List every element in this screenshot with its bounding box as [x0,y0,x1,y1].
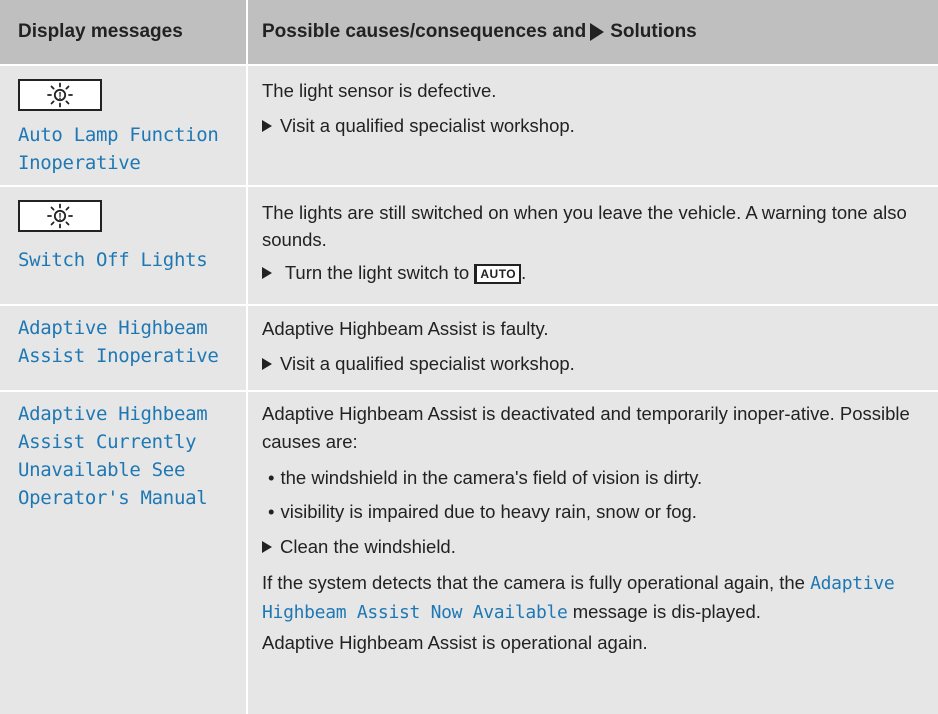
header-causes-solutions: Possible causes/consequences and Solutio… [248,0,938,64]
display-message: Adaptive Highbeam Assist Currently Unava… [18,403,208,509]
action-step: Turn the light switch to AUTO. [262,259,926,286]
solutions-arrow-icon [590,23,605,41]
status-note: If the system detects that the camera is… [262,569,926,627]
action-step: Visit a qualified specialist workshop. [262,350,926,377]
cause-cell: Adaptive Highbeam Assist is deactivated … [248,392,938,714]
table-row: ! Auto Lamp Function Inoperative The lig… [0,66,938,187]
cause-text: The light sensor is defective. [262,80,497,101]
cause-cell: Adaptive Highbeam Assist is faulty. Visi… [248,306,938,390]
table-row: Adaptive Highbeam Assist Currently Unava… [0,392,938,714]
header-causes-label: Possible causes/consequences and [262,21,587,42]
action-step: Clean the windshield. [262,533,926,560]
note-text: If the system detects that the camera is… [262,572,805,593]
message-cell: ! Auto Lamp Function Inoperative [0,66,248,185]
table-row: ! Switch Off Lights The lights are still… [0,187,938,306]
message-cell: Adaptive Highbeam Assist Currently Unava… [0,392,248,714]
cause-text: Adaptive Highbeam Assist is faulty. [262,318,549,339]
header-display-messages: Display messages [0,0,248,64]
cause-cell: The light sensor is defective. Visit a q… [248,66,938,185]
auto-switch-key: AUTO [474,264,522,284]
message-cell: ! Switch Off Lights [0,187,248,304]
table-row: Adaptive Highbeam Assist Inoperative Ada… [0,306,938,392]
action-period: . [521,262,527,283]
table-header: Display messages Possible causes/consequ… [0,0,938,66]
exterior-lamp-icon: ! [18,200,102,232]
cause-bullet: visibility is impaired due to heavy rain… [262,498,926,525]
svg-text:!: ! [58,91,61,102]
action-text: Turn the light switch to [284,262,470,283]
exterior-lamp-icon: ! [18,79,102,111]
cause-text: Adaptive Highbeam Assist is deactivated … [262,403,910,452]
display-messages-table: Display messages Possible causes/consequ… [0,0,938,714]
cause-cell: The lights are still switched on when yo… [248,187,938,304]
display-message: Switch Off Lights [18,249,208,271]
display-message: Adaptive Highbeam Assist Inoperative [18,317,219,367]
cause-bullet: the windshield in the camera's field of … [262,464,926,491]
message-cell: Adaptive Highbeam Assist Inoperative [0,306,248,390]
header-solutions-label: Solutions [610,21,697,42]
note-text-end: message is dis-played. [572,601,761,622]
svg-text:!: ! [58,212,61,223]
action-step: Visit a qualified specialist workshop. [262,112,926,139]
cause-text: The lights are still switched on when yo… [262,202,907,250]
final-status: Adaptive Highbeam Assist is operational … [262,632,648,653]
display-message: Auto Lamp Function Inoperative [18,124,219,174]
